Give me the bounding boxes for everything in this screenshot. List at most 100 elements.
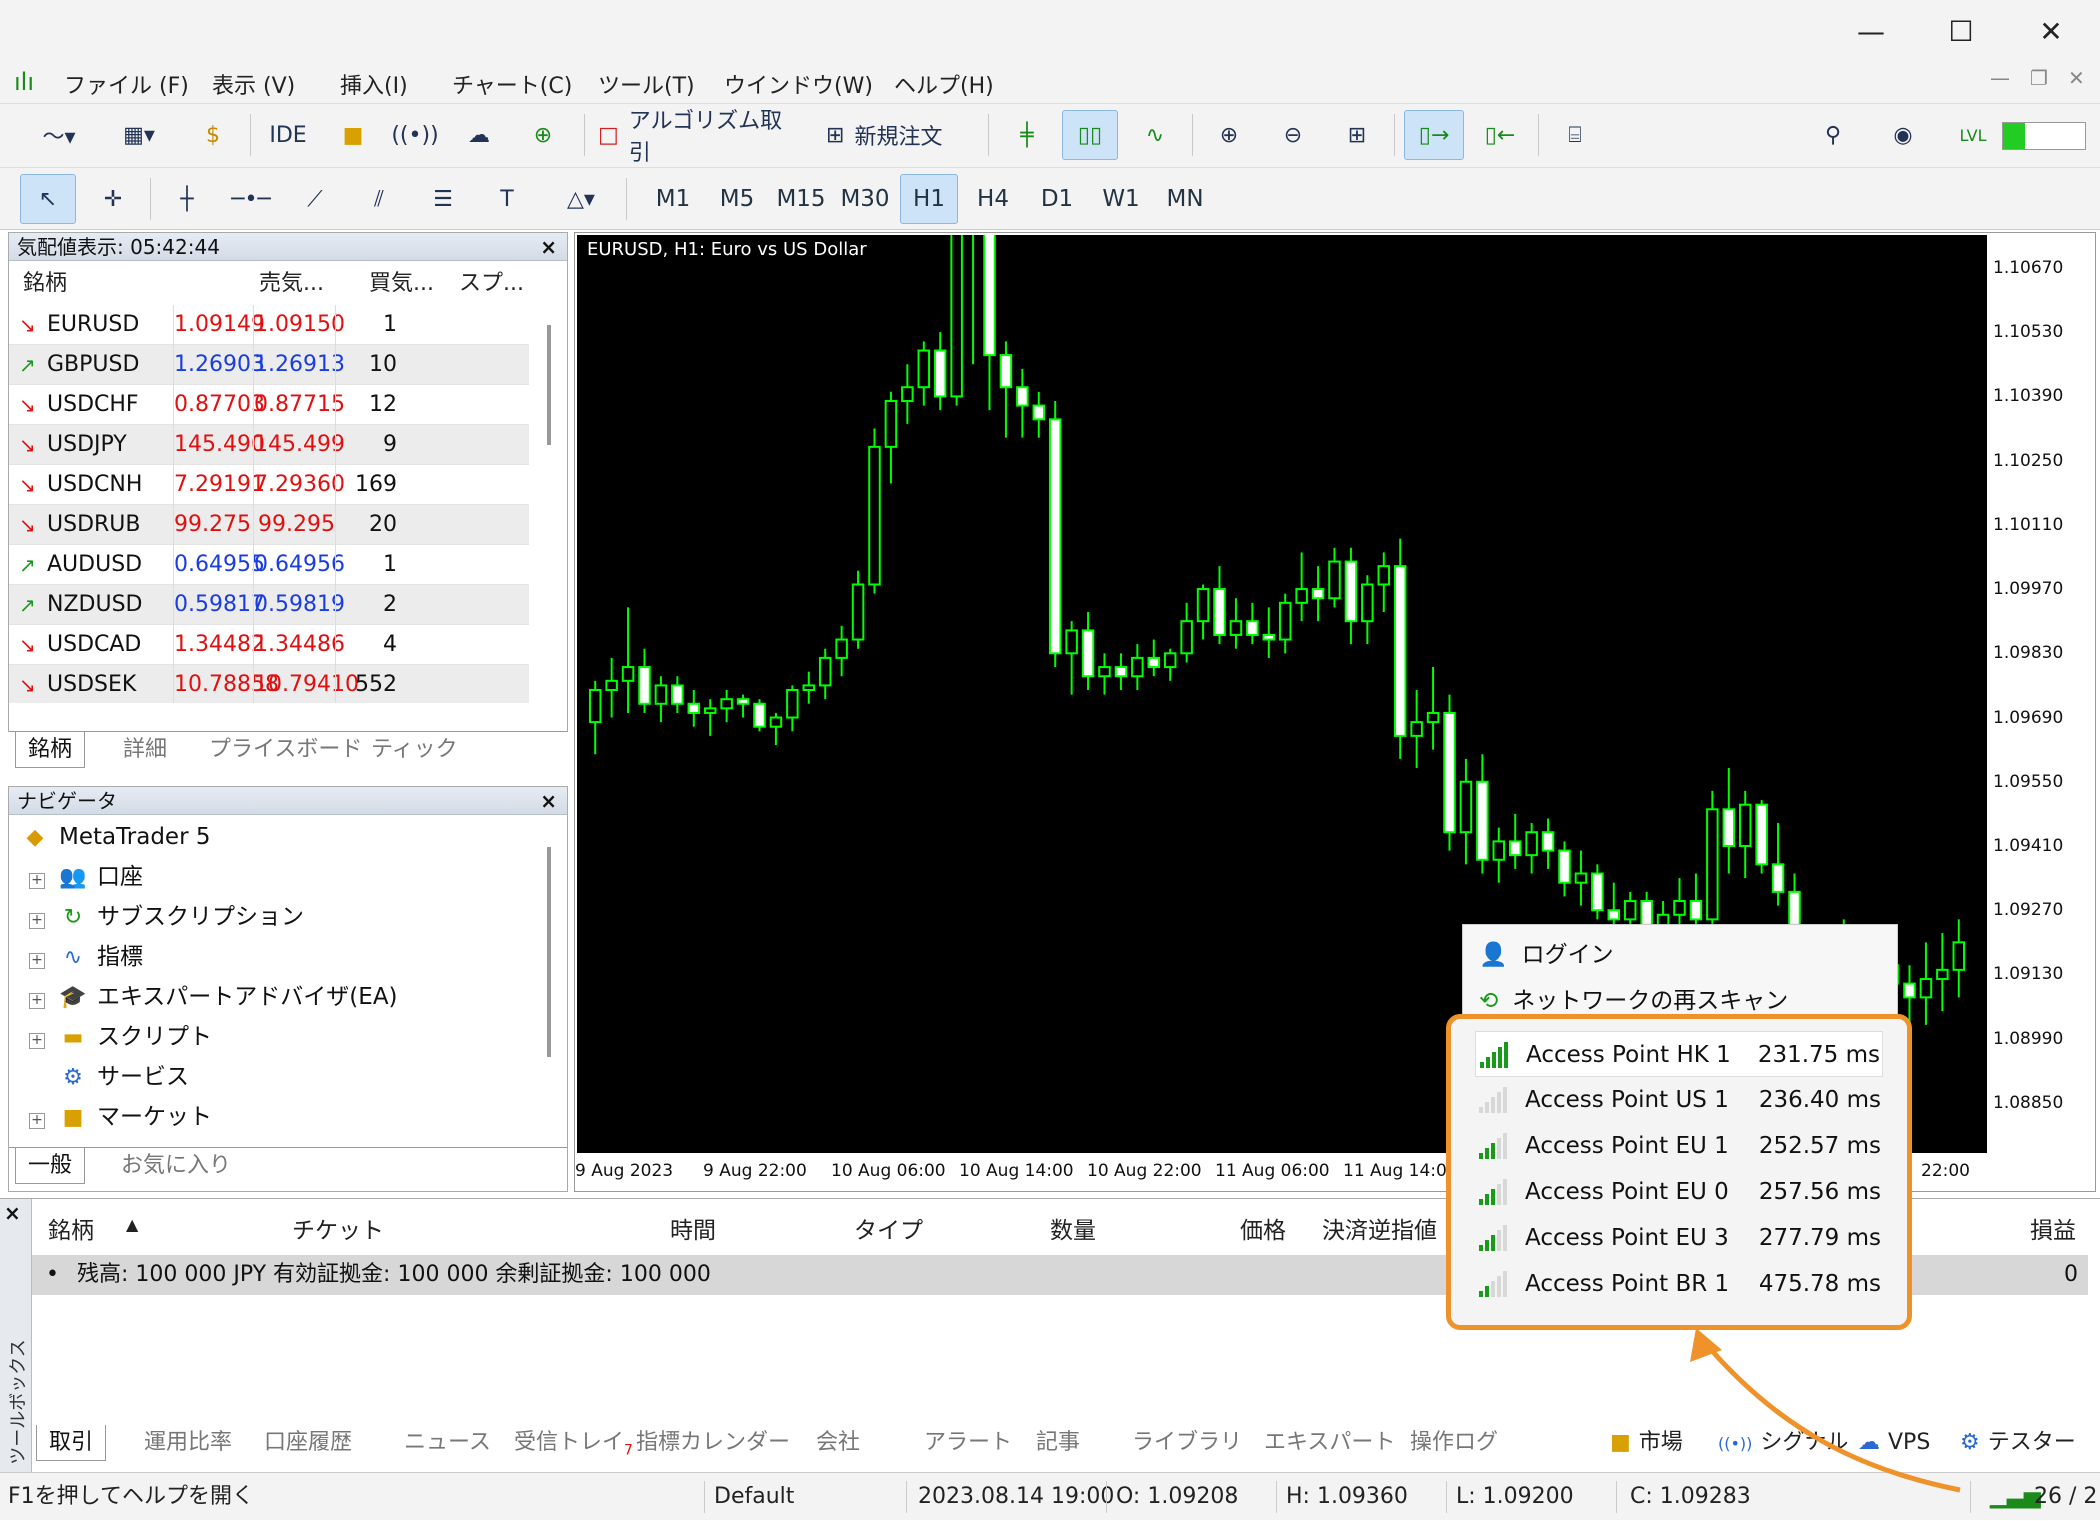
horizontal-line-icon[interactable]: ─•─ <box>228 174 274 224</box>
line-chart-dropdown-icon[interactable]: 〜▾ <box>26 110 92 160</box>
new-order-button[interactable]: ⊞ 新規注文 <box>826 110 976 160</box>
vertical-line-icon[interactable]: ┼ <box>164 174 210 224</box>
access-point-item[interactable]: Access Point BR 1 475.78 ms <box>1475 1261 1883 1307</box>
navigator-scrollbar[interactable] <box>539 847 559 1147</box>
expand-icon[interactable]: + <box>29 953 45 969</box>
maximize-icon[interactable]: ☐ <box>1936 12 1986 52</box>
tf-h1[interactable]: H1 <box>900 174 958 224</box>
mdi-close-icon[interactable]: ✕ <box>2068 66 2085 90</box>
minimize-icon[interactable]: — <box>1846 12 1896 52</box>
tf-m30[interactable]: M30 <box>836 174 894 224</box>
toolbox-tab[interactable]: 会社 <box>816 1425 860 1461</box>
access-point-item[interactable]: Access Point EU 3 277.79 ms <box>1475 1215 1883 1261</box>
toolbox-tab[interactable]: 受信トレイ7 <box>514 1425 633 1461</box>
grid-icon[interactable]: ⊞ <box>1334 110 1380 160</box>
col-stop-loss[interactable]: 決済逆指値 <box>1322 1211 1437 1245</box>
market-watch-row[interactable]: ↘ USDCHF 0.87703 0.87715 12 <box>9 385 529 425</box>
market-watch-row[interactable]: ↘ USDJPY 145.490 145.499 9 <box>9 425 529 465</box>
menu-chart[interactable]: チャート(C) <box>452 68 572 100</box>
nav-item-services[interactable]: ⚙ サービス <box>59 1057 189 1097</box>
tab-symbols[interactable]: 銘柄 <box>15 732 86 768</box>
ide-button[interactable]: IDE <box>262 110 314 160</box>
mdi-restore-icon[interactable]: ❐ <box>2030 66 2048 90</box>
toolbox-tab[interactable]: エキスパート <box>1264 1425 1395 1461</box>
toolbox-tab[interactable]: 運用比率 <box>144 1425 232 1461</box>
menu-tools[interactable]: ツール(T) <box>598 68 695 100</box>
col-bid[interactable]: 売気... <box>259 263 324 305</box>
tf-d1[interactable]: D1 <box>1028 174 1086 224</box>
access-point-item[interactable]: Access Point US 1 236.40 ms <box>1475 1077 1883 1123</box>
toolbox-tab[interactable]: 操作ログ <box>1410 1425 1498 1461</box>
shapes-dropdown-icon[interactable]: △▾ <box>548 174 614 224</box>
market-watch-row[interactable]: ↗ GBPUSD 1.26903 1.26913 10 <box>9 345 529 385</box>
bar-chart-icon[interactable]: ╪ <box>1004 110 1050 160</box>
expand-icon[interactable]: + <box>29 913 45 929</box>
candlestick-icon[interactable]: ▯▯ <box>1062 110 1118 160</box>
menu-file[interactable]: ファイル (F) <box>64 68 189 100</box>
market-watch-close-icon[interactable]: × <box>540 233 557 261</box>
expand-icon[interactable]: + <box>29 1113 45 1129</box>
line-icon[interactable]: ∿ <box>1132 110 1178 160</box>
menu-insert[interactable]: 挿入(I) <box>340 68 408 100</box>
channel-icon[interactable]: ⫽ <box>356 174 402 224</box>
tf-w1[interactable]: W1 <box>1092 174 1150 224</box>
col-ticket[interactable]: チケット <box>292 1211 384 1245</box>
market-watch-scrollbar[interactable] <box>539 305 559 703</box>
cloud-icon[interactable]: ☁ <box>456 110 502 160</box>
col-price[interactable]: 価格 <box>1240 1211 1286 1245</box>
nav-root[interactable]: ◆ MetaTrader 5 <box>21 817 211 857</box>
col-profit[interactable]: 損益 <box>2030 1211 2076 1245</box>
close-icon[interactable]: ✕ <box>2026 12 2076 52</box>
screenshot-icon[interactable]: ⌸ <box>1552 110 1598 160</box>
mdi-minimize-icon[interactable]: — <box>1990 66 2010 90</box>
col-time[interactable]: 時間 <box>670 1211 716 1245</box>
toolbox-tab[interactable]: アラート <box>924 1425 1012 1461</box>
market-watch-row[interactable]: ↘ EURUSD 1.09149 1.09150 1 <box>9 305 529 345</box>
globe-add-icon[interactable]: ⊕ <box>520 110 566 160</box>
col-type[interactable]: タイプ <box>854 1211 923 1245</box>
search-icon[interactable]: ⚲ <box>1810 110 1856 160</box>
market-watch-row[interactable]: ↘ USDCNH 7.29191 7.29360 169 <box>9 465 529 505</box>
market-bag-icon[interactable]: ■ <box>330 110 376 160</box>
expand-icon[interactable]: + <box>29 873 45 889</box>
crosshair-icon[interactable]: ✛ <box>90 174 136 224</box>
market-watch-row[interactable]: ↘ USDSEK 10.78858 10.79410 552 <box>9 665 529 703</box>
nav-item-scripts[interactable]: + ▬ スクリプト <box>29 1017 212 1057</box>
tf-m5[interactable]: M5 <box>708 174 766 224</box>
toolbox-close-icon[interactable]: × <box>4 1201 21 1225</box>
trendline-icon[interactable]: ⟋ <box>292 174 338 224</box>
toolbox-tab[interactable]: ライブラリ <box>1132 1425 1242 1461</box>
toolbox-tab[interactable]: 記事 <box>1036 1425 1080 1461</box>
auto-scroll-icon[interactable]: ▯→ <box>1404 110 1464 160</box>
toolbox-tab[interactable]: 指標カレンダー <box>636 1425 790 1461</box>
tab-details[interactable]: 詳細 <box>123 732 167 768</box>
access-point-item[interactable]: Access Point EU 1 252.57 ms <box>1475 1123 1883 1169</box>
col-spread[interactable]: スプ... <box>459 263 524 305</box>
status-profile[interactable]: Default <box>714 1473 794 1521</box>
toolbox-tab[interactable]: 取引 <box>36 1425 107 1461</box>
level-icon[interactable]: LVL <box>1950 110 1996 160</box>
tf-m1[interactable]: M1 <box>644 174 702 224</box>
cursor-icon[interactable]: ↖ <box>20 174 76 224</box>
menu-help[interactable]: ヘルプ(H) <box>894 68 994 100</box>
nav-item-accounts[interactable]: + 👥 口座 <box>29 857 143 897</box>
tf-h4[interactable]: H4 <box>964 174 1022 224</box>
chart-template-dropdown-icon[interactable]: ▦▾ <box>104 110 174 160</box>
toolbox-tab[interactable]: 口座履歴 <box>264 1425 352 1461</box>
market-watch-row[interactable]: ↘ USDRUB 99.275 99.295 20 <box>9 505 529 545</box>
menu-window[interactable]: ウインドウ(W) <box>724 68 873 100</box>
col-ask[interactable]: 買気... <box>369 263 434 305</box>
tab-price-board[interactable]: プライスボード <box>209 732 362 768</box>
market-watch-row[interactable]: ↗ AUDUSD 0.64955 0.64956 1 <box>9 545 529 585</box>
account-icon[interactable]: ◉ <box>1880 110 1926 160</box>
navigator-close-icon[interactable]: × <box>540 787 557 815</box>
menu-view[interactable]: 表示 (V) <box>212 68 295 100</box>
fibonacci-icon[interactable]: ☰ <box>420 174 466 224</box>
tab-general[interactable]: 一般 <box>15 1148 86 1184</box>
nav-item-subscriptions[interactable]: + ↻ サブスクリプション <box>29 897 304 937</box>
access-point-item[interactable]: Access Point EU 0 257.56 ms <box>1475 1169 1883 1215</box>
market-watch-row[interactable]: ↗ NZDUSD 0.59817 0.59819 2 <box>9 585 529 625</box>
nav-item-experts[interactable]: + 🎓 エキスパートアドバイザ(EA) <box>29 977 398 1017</box>
tab-ticks[interactable]: ティック <box>371 732 458 768</box>
tab-favorites[interactable]: お気に入り <box>121 1148 231 1184</box>
